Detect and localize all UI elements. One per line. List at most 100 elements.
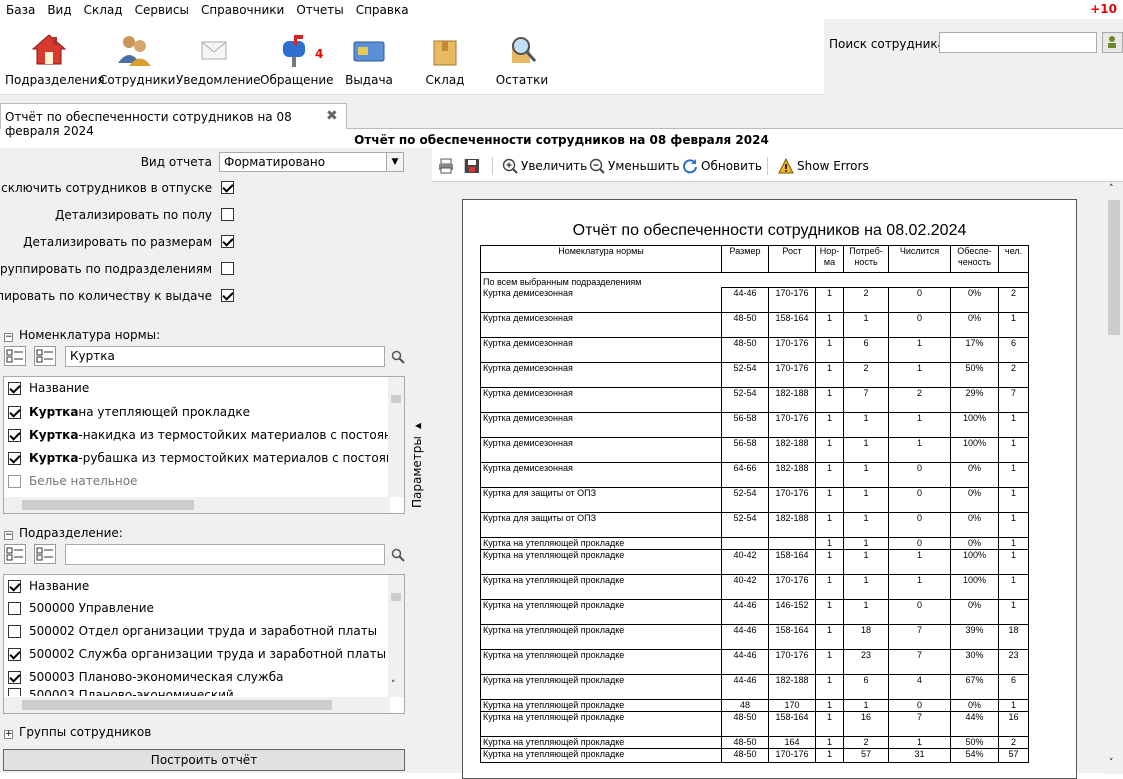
groups-section-header[interactable]: + Группы сотрудников [4, 725, 151, 739]
list-item[interactable]: Куртка на утепляющей прокладке [8, 402, 250, 422]
list-item[interactable]: 500003 Планово-экономический ... [8, 688, 249, 696]
refresh-button[interactable]: Обновить [682, 158, 762, 174]
toolbar-departments-button[interactable]: Подразделения [5, 33, 105, 87]
table-cell: 1 [815, 549, 844, 575]
menu-base[interactable]: База [6, 3, 35, 17]
scrollbar-thumb[interactable] [1108, 200, 1120, 335]
table-cell: 2 [843, 362, 889, 388]
nomenclature-header-row[interactable]: Название [8, 378, 89, 398]
card-icon [351, 33, 387, 67]
table-cell: 1 [815, 512, 844, 538]
list-item[interactable]: Куртка -рубашка из термостойких материало… [8, 448, 404, 468]
option-group-quantity-label: Группировать по количеству к выдаче [0, 289, 212, 303]
table-cell: 1 [815, 362, 844, 388]
table-cell: 6 [843, 674, 889, 700]
option-group-quantity-checkbox[interactable] [221, 289, 234, 302]
zoom-in-button[interactable]: Увеличить [502, 158, 587, 174]
close-icon[interactable]: ✖ [326, 109, 340, 123]
report-type-select[interactable]: Форматировано ▼ [219, 152, 404, 172]
table-cell: 1 [843, 537, 889, 550]
table-cell-name: Куртка для защиты от ОПЗ [480, 487, 722, 513]
list-item[interactable]: 500002 Отдел организации труда и заработ… [8, 621, 377, 641]
menu-view[interactable]: Вид [47, 3, 71, 17]
menu-bar: База Вид Склад Сервисы Справочники Отчет… [0, 0, 1123, 19]
show-errors-button[interactable]: Show Errors [778, 158, 869, 174]
list-item[interactable]: 500000 Управление [8, 598, 154, 618]
list-item[interactable]: 500002 Служба организации труда и зарабо… [8, 644, 386, 664]
collapse-icon[interactable]: − [4, 333, 13, 342]
menu-reports[interactable]: Отчеты [296, 3, 343, 17]
table-cell: 52-54 [721, 362, 769, 388]
nomenclature-section-header[interactable]: − Номенклатура нормы: [4, 328, 160, 342]
nomenclature-vertical-scrollbar[interactable] [388, 377, 404, 497]
menu-help[interactable]: Справка [356, 3, 409, 17]
viewer-vertical-scrollbar[interactable]: ˄ ˅ [1105, 182, 1123, 774]
toolbar-stock-button[interactable]: Остатки [492, 33, 552, 87]
department-header-row[interactable]: Название [8, 576, 89, 596]
table-cell-name: Куртка на утепляющей прокладке [480, 599, 722, 625]
print-button[interactable] [438, 158, 457, 174]
list-item-checkbox[interactable] [8, 624, 21, 638]
list-item-checkbox[interactable] [8, 670, 21, 684]
list-item-checkbox[interactable] [8, 647, 21, 661]
export-button[interactable] [464, 158, 483, 174]
list-item-checkbox[interactable] [8, 601, 21, 615]
chevron-down-icon[interactable]: ▼ [386, 153, 403, 171]
parameters-splitter[interactable]: ◀ Параметры [408, 148, 432, 773]
option-detail-size-checkbox[interactable] [221, 235, 234, 248]
toolbar-warehouse-button[interactable]: Склад [417, 33, 473, 87]
option-exclude-vacation-label: Исключить сотрудников в отпуске [0, 181, 212, 195]
tab-report[interactable]: Отчёт по обеспеченности сотрудников на 0… [0, 103, 347, 138]
table-cell: 1 [888, 362, 951, 388]
list-item-checkbox[interactable] [8, 405, 21, 419]
option-exclude-vacation-checkbox[interactable] [221, 181, 234, 194]
chevron-down-icon[interactable]: ˅ [1109, 758, 1114, 768]
menu-warehouse[interactable]: Склад [84, 3, 123, 17]
collapse-icon[interactable]: − [4, 531, 13, 540]
table-cell: 18 [843, 624, 889, 650]
expand-icon[interactable]: + [4, 730, 13, 739]
select-all-button[interactable] [4, 346, 26, 366]
department-vertical-scrollbar[interactable]: ˅ [388, 575, 404, 697]
employee-search-button[interactable] [1102, 32, 1123, 53]
collapse-left-icon[interactable]: ◀ [415, 421, 421, 430]
table-cell: 1 [998, 412, 1029, 438]
toolbar-employees-button[interactable]: Сотрудники [99, 33, 175, 87]
select-all-button[interactable] [4, 544, 26, 564]
option-group-departments-checkbox[interactable] [221, 262, 234, 275]
list-item-checkbox[interactable] [8, 688, 21, 696]
search-icon[interactable] [391, 350, 405, 364]
list-item-checkbox[interactable] [8, 428, 21, 442]
menu-directories[interactable]: Справочники [201, 3, 284, 17]
list-item-checkbox[interactable] [8, 474, 21, 488]
nomenclature-filter-input[interactable]: Куртка [65, 346, 385, 367]
table-row: Куртка на утепляющей прокладке 44-46 170-1… [480, 649, 1029, 675]
employee-search-input[interactable] [939, 32, 1097, 53]
department-horizontal-scrollbar[interactable] [4, 697, 390, 713]
chevron-up-icon[interactable]: ˄ [1109, 184, 1114, 194]
header-checkbox[interactable] [8, 579, 21, 593]
build-report-button[interactable]: Построить отчёт [3, 749, 405, 771]
department-section-header[interactable]: − Подразделение: [4, 526, 123, 540]
option-detail-gender-checkbox[interactable] [221, 208, 234, 221]
list-item[interactable]: 500003 Планово-экономическая служба [8, 667, 283, 687]
zoom-out-button[interactable]: Уменьшить [589, 158, 680, 174]
report-type-label: Вид отчета [140, 155, 212, 169]
table-cell-name: Куртка для защиты от ОПЗ [480, 512, 722, 538]
warning-icon [778, 158, 794, 174]
list-item[interactable]: Куртка -накидка из термостойких материало… [8, 425, 404, 445]
search-icon[interactable] [391, 548, 405, 562]
deselect-all-button[interactable] [34, 346, 56, 366]
menu-services[interactable]: Сервисы [135, 3, 189, 17]
list-item-checkbox[interactable] [8, 451, 21, 465]
department-filter-input[interactable] [65, 544, 385, 565]
chevron-down-icon[interactable]: ˅ [391, 680, 396, 690]
list-item[interactable]: Белье нательное [8, 471, 137, 491]
notification-count[interactable]: +10 [1090, 2, 1117, 16]
toolbar-request-button[interactable]: 4 Обращение [260, 33, 334, 87]
nomenclature-horizontal-scrollbar[interactable] [4, 497, 390, 513]
toolbar-notification-button[interactable]: Уведомление [176, 33, 261, 87]
toolbar-issue-button[interactable]: Выдача [340, 33, 398, 87]
deselect-all-button[interactable] [34, 544, 56, 564]
header-checkbox[interactable] [8, 381, 21, 395]
